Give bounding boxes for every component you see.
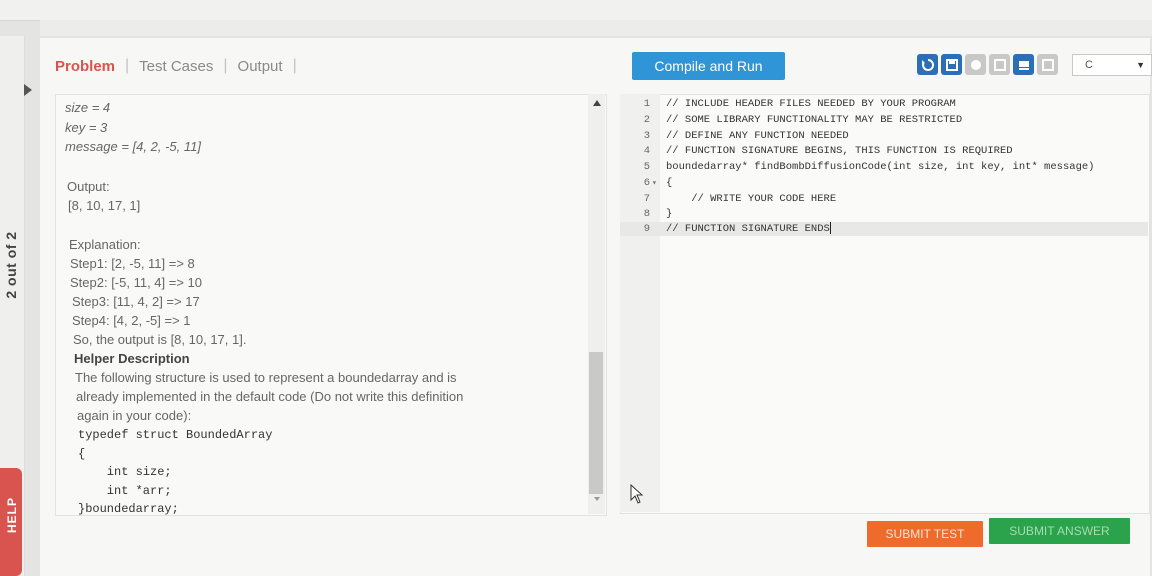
explanation-step: Step3: [11, 4, 2] => 17 (72, 294, 200, 309)
line-number: 7 (643, 193, 650, 205)
line-number: 9 (643, 223, 650, 235)
scroll-up-arrow-icon[interactable] (593, 100, 601, 106)
code-line[interactable]: 9 // FUNCTION SIGNATURE ENDS (620, 222, 1148, 237)
expand-arrow-icon[interactable] (24, 84, 32, 96)
help-tab[interactable]: HELP (0, 468, 22, 576)
code-text: // FUNCTION SIGNATURE ENDS (666, 223, 830, 235)
struct-code-line: int size; (78, 465, 172, 479)
tab-output[interactable]: Output (228, 58, 293, 75)
theme-icon[interactable] (965, 54, 986, 75)
struct-code-line: int *arr; (78, 484, 172, 498)
code-text: // WRITE YOUR CODE HERE (666, 193, 837, 205)
layout-icon[interactable] (989, 54, 1010, 75)
text-cursor (829, 222, 831, 235)
scroll-down-arrow-icon[interactable] (594, 497, 600, 501)
helper-text: already implemented in the default code … (76, 389, 464, 404)
language-select[interactable]: C ▼ (1072, 54, 1152, 76)
code-line[interactable]: 3 // DEFINE ANY FUNCTION NEEDED (620, 129, 1148, 144)
explanation-heading: Explanation: (69, 237, 141, 252)
header-strip (40, 20, 1152, 36)
save-icon[interactable] (941, 54, 962, 75)
code-line[interactable]: 8 } (620, 207, 1148, 222)
scrollbar-thumb[interactable] (589, 352, 603, 494)
explanation-step: Step1: [2, -5, 11] => 8 (70, 256, 195, 271)
explanation-conclusion: So, the output is [8, 10, 17, 1]. (73, 332, 247, 347)
struct-code-line: }boundedarray; (78, 502, 179, 516)
code-text: // SOME LIBRARY FUNCTIONALITY MAY BE RES… (666, 114, 963, 126)
line-number: 4 (643, 145, 650, 157)
tab-problem[interactable]: Problem (55, 58, 125, 75)
code-line[interactable]: 5 boundedarray* findBombDiffusionCode(in… (620, 160, 1148, 175)
console-icon[interactable] (1013, 54, 1034, 75)
code-line[interactable]: 2 // SOME LIBRARY FUNCTIONALITY MAY BE R… (620, 113, 1148, 128)
line-number: 1 (643, 98, 650, 110)
submit-answer-button[interactable]: SUBMIT ANSWER (989, 518, 1130, 544)
submit-test-button[interactable]: SUBMIT TEST (867, 521, 983, 547)
helper-heading: Helper Description (74, 351, 190, 366)
output-value: [8, 10, 17, 1] (68, 198, 141, 213)
compile-and-run-button[interactable]: Compile and Run (632, 52, 785, 80)
explanation-step: Step4: [4, 2, -5] => 1 (72, 313, 191, 328)
fold-arrow-icon[interactable]: ▾ (652, 176, 662, 191)
tab-divider: | (292, 57, 297, 74)
code-text: { (666, 177, 673, 189)
helper-text: The following structure is used to repre… (75, 370, 457, 385)
code-line[interactable]: 7 // WRITE YOUR CODE HERE (620, 192, 1148, 207)
struct-code-line: typedef struct BoundedArray (78, 428, 273, 442)
language-value: C (1085, 59, 1093, 71)
reset-icon[interactable] (917, 54, 938, 75)
problem-tabs: Problem | Test Cases | Output | (55, 54, 297, 78)
line-number: 6 (643, 177, 650, 189)
help-label: HELP (5, 497, 19, 534)
code-line[interactable]: 1 // INCLUDE HEADER FILES NEEDED BY YOUR… (620, 97, 1148, 112)
chevron-down-icon: ▼ (1136, 60, 1145, 70)
code-text: // INCLUDE HEADER FILES NEEDED BY YOUR P… (666, 98, 956, 110)
line-number: 8 (643, 208, 650, 220)
struct-code-line: { (78, 447, 86, 461)
helper-text: again in your code): (77, 408, 192, 423)
input-key: key = 3 (65, 120, 108, 135)
code-text-with-cursor: // FUNCTION SIGNATURE ENDS (666, 222, 831, 237)
output-heading: Output: (67, 179, 110, 194)
line-number: 2 (643, 114, 650, 126)
code-text: boundedarray* findBombDiffusionCode(int … (666, 161, 1095, 173)
line-number: 3 (643, 130, 650, 142)
mouse-pointer-icon (630, 484, 644, 504)
line-number: 5 (643, 161, 650, 173)
problem-statement: size = 4 key = 3 message = [4, 2, -5, 11… (55, 94, 607, 516)
code-line[interactable]: 6 ▾ { (620, 176, 1148, 191)
code-text: // DEFINE ANY FUNCTION NEEDED (666, 130, 849, 142)
code-line[interactable]: 4 // FUNCTION SIGNATURE BEGINS, THIS FUN… (620, 144, 1148, 159)
input-size: size = 4 (65, 100, 111, 115)
editor-toolbar (917, 54, 1058, 75)
explanation-step: Step2: [-5, 11, 4] => 10 (70, 275, 203, 290)
fullscreen-icon[interactable] (1037, 54, 1058, 75)
code-text: // FUNCTION SIGNATURE BEGINS, THIS FUNCT… (666, 145, 1013, 157)
code-text: } (666, 208, 673, 220)
browser-top-bar (0, 0, 1152, 21)
question-counter: 2 out of 2 (3, 231, 19, 299)
tab-test-cases[interactable]: Test Cases (129, 58, 223, 75)
input-message: message = [4, 2, -5, 11] (65, 139, 201, 154)
